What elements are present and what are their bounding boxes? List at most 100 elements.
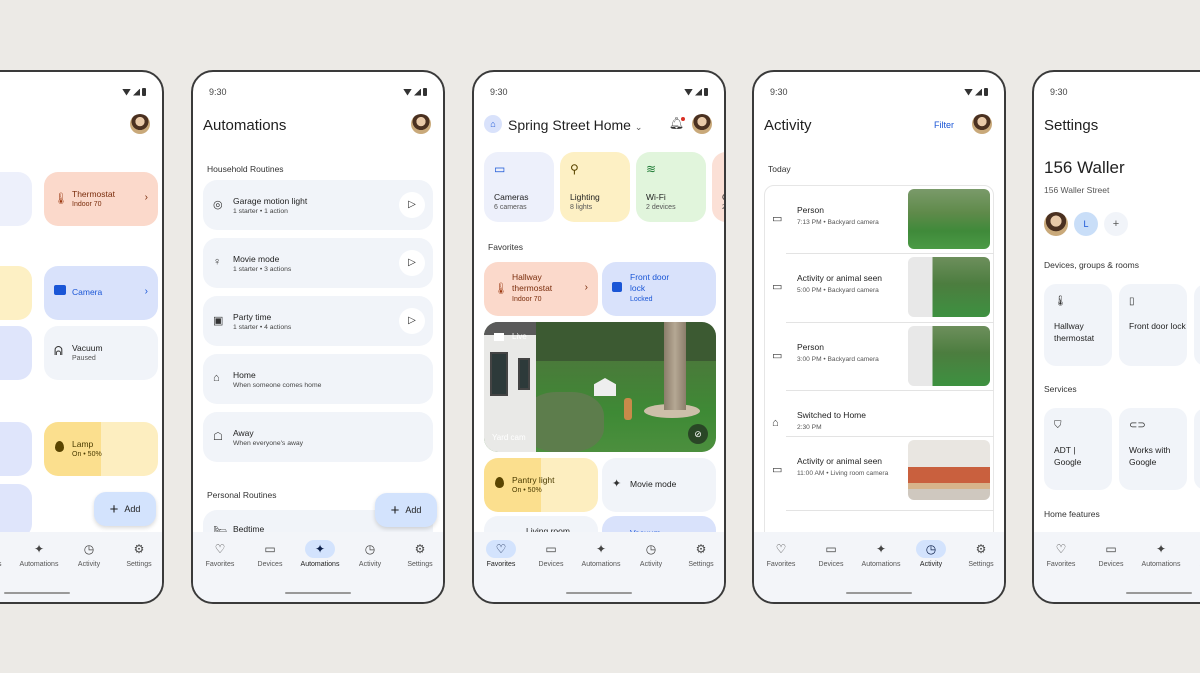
nav-devices[interactable]: ▭ Devices xyxy=(245,540,295,568)
section-devices: Devices, groups & rooms xyxy=(1044,260,1139,270)
nav-favorites[interactable]: ♡ Favorites xyxy=(756,540,806,568)
play-icon: ▷ xyxy=(408,199,416,210)
event-thumbnail[interactable] xyxy=(908,257,990,317)
avatar[interactable] xyxy=(411,114,431,134)
routine-item[interactable]: ◎ Garage motion light 1 starter • 1 acti… xyxy=(203,180,433,230)
avatar[interactable] xyxy=(130,114,150,134)
add-button[interactable]: + Add xyxy=(94,492,156,526)
gesture-handle[interactable] xyxy=(285,592,351,594)
event-thumbnail[interactable] xyxy=(908,189,990,249)
device-tile-front-door-lock[interactable]: ▯ Front door lock xyxy=(1119,284,1187,366)
tile-left-top[interactable] xyxy=(0,172,32,226)
routine-item[interactable]: ☖ Away When everyone's away xyxy=(203,412,433,462)
category-tile[interactable]: C 2 xyxy=(712,152,724,222)
gesture-handle[interactable] xyxy=(566,592,632,594)
play-button[interactable]: ▷ xyxy=(399,308,425,334)
play-button[interactable]: ▷ xyxy=(399,250,425,276)
signal-icon xyxy=(133,88,140,96)
battery-icon xyxy=(984,88,988,96)
tile-left-3[interactable] xyxy=(0,326,32,380)
nav-favorites[interactable]: ♡ Favorites xyxy=(195,540,245,568)
nav-devices[interactable]: ▭ Devices xyxy=(1086,540,1136,568)
routine-item[interactable]: ▣ Party time 1 starter • 4 actions ▷ xyxy=(203,296,433,346)
tile-thermostat[interactable]: 🌡 Thermostat Indoor 70 › xyxy=(44,172,158,226)
nav-settings[interactable]: ⚙ Settings xyxy=(676,540,724,568)
nav-favorites[interactable]: ♡ Favorites xyxy=(1036,540,1086,568)
tile-front-door-lock[interactable]: Front door lock Locked xyxy=(602,262,716,316)
tile-camera[interactable]: Camera › xyxy=(44,266,158,320)
scene-bush xyxy=(524,392,604,452)
activity-event[interactable]: ▭ Activity or animal seen 5:00 PM • Back… xyxy=(764,255,994,317)
add-member-button[interactable]: + xyxy=(1104,212,1128,236)
nav-automations[interactable]: ✦ Automations xyxy=(14,540,64,568)
nav-settings[interactable]: ⚙ Settings xyxy=(395,540,443,568)
gesture-handle[interactable] xyxy=(4,592,70,594)
member-avatar[interactable] xyxy=(1044,212,1068,236)
tile-name: Camera xyxy=(72,287,103,297)
event-thumbnail[interactable] xyxy=(908,440,990,500)
nav-automations[interactable]: ✦ Automations xyxy=(856,540,906,568)
filter-button[interactable]: Filter xyxy=(934,120,954,130)
gear-icon: ⚙ xyxy=(414,542,426,556)
nav-activity[interactable]: ◷ Activity xyxy=(1186,540,1200,568)
nav-activity[interactable]: ◷ Activity xyxy=(345,540,395,568)
gesture-handle[interactable] xyxy=(846,592,912,594)
nav-activity[interactable]: ◷ Activity xyxy=(64,540,114,568)
nav-devices[interactable]: ▭ Devices xyxy=(526,540,576,568)
event-thumbnail[interactable] xyxy=(908,326,990,386)
shield-icon: ⛉ xyxy=(1054,420,1062,431)
category-tile[interactable]: ≋ Wi-Fi 2 devices xyxy=(636,152,706,222)
nav-devices[interactable]: ▭ Devices xyxy=(806,540,856,568)
camera-feed-yard-cam[interactable]: Live Yard cam ⊘ xyxy=(484,322,716,452)
tile-left-mid[interactable] xyxy=(0,266,32,320)
nav-automations[interactable]: ✦ Automations xyxy=(576,540,626,568)
nav-settings[interactable]: ⚙ Settings xyxy=(956,540,1004,568)
device-tile-more[interactable] xyxy=(1194,284,1200,366)
tile-left-5[interactable] xyxy=(0,484,32,538)
play-button[interactable]: ▷ xyxy=(399,192,425,218)
member-avatar-l[interactable]: L xyxy=(1074,212,1098,236)
tile-pantry-light[interactable]: Pantry light On • 50% xyxy=(484,458,598,512)
play-icon: ▷ xyxy=(408,257,416,268)
nav-automations[interactable]: ✦ Automations xyxy=(295,540,345,568)
nav-activity[interactable]: ◷ Activity xyxy=(906,540,956,568)
camera-icon xyxy=(54,285,66,295)
camera-off-icon[interactable]: ⊘ xyxy=(688,424,708,444)
service-tile-works-with-google[interactable]: ⊂⊃ Works with Google xyxy=(1119,408,1187,490)
tile-name: ADT | Google xyxy=(1054,445,1082,467)
device-tile-hallway-thermostat[interactable]: 🌡 Hallway thermostat xyxy=(1044,284,1112,366)
avatar[interactable] xyxy=(972,114,992,134)
service-tile-adt[interactable]: ⛉ ADT | Google xyxy=(1044,408,1112,490)
routine-item[interactable]: ♀ Movie mode 1 starter • 3 actions ▷ xyxy=(203,238,433,288)
activity-event[interactable]: ▭ Person 3:00 PM • Backyard camera xyxy=(764,324,994,386)
nav-devices[interactable]: ▭ Devices xyxy=(0,540,14,568)
add-label: Add xyxy=(405,505,422,515)
gesture-handle[interactable] xyxy=(1126,592,1192,594)
event-title: Activity or animal seen xyxy=(797,456,883,466)
tile-vacuum[interactable]: ᕱ Vacuum Paused xyxy=(44,326,158,380)
home-switcher[interactable]: Spring Street Home ⌄ xyxy=(508,117,642,133)
notification-bell-icon[interactable]: 🔔︎ xyxy=(669,116,685,130)
category-tile[interactable]: ▭ Cameras 6 cameras xyxy=(484,152,554,222)
category-tile[interactable]: ⚲ Lighting 8 lights xyxy=(560,152,630,222)
tile-lamp[interactable]: Lamp On • 50% xyxy=(44,422,158,476)
service-tile-more[interactable] xyxy=(1194,408,1200,490)
tile-movie-mode[interactable]: ✦ Movie mode xyxy=(602,458,716,512)
section-personal-routines: Personal Routines xyxy=(207,490,277,500)
nav-automations[interactable]: ✦ Automations xyxy=(1136,540,1186,568)
activity-event[interactable]: ▭ Person 7:13 PM • Backyard camera xyxy=(764,187,994,249)
routine-item[interactable]: ⌂ Home When someone comes home xyxy=(203,354,433,404)
avatar[interactable] xyxy=(692,114,712,134)
nav-label: Activity xyxy=(919,561,943,568)
add-button[interactable]: + Add xyxy=(375,493,437,527)
nav-favorites[interactable]: ♡ Favorites xyxy=(476,540,526,568)
history-icon: ◷ xyxy=(83,542,95,556)
tile-left-4[interactable] xyxy=(0,422,32,476)
activity-event[interactable]: ▭ Activity or animal seen 11:00 AM • Liv… xyxy=(764,438,994,500)
speaker-icon: ▣ xyxy=(213,315,224,327)
nav-settings[interactable]: ⚙ Settings xyxy=(114,540,162,568)
event-detail: 3:00 PM • Backyard camera xyxy=(797,356,879,363)
tile-hallway-thermostat[interactable]: 🌡 Hallway thermostat Indoor 70 › xyxy=(484,262,598,316)
status-bar: 9:30 xyxy=(209,86,427,98)
nav-activity[interactable]: ◷ Activity xyxy=(626,540,676,568)
